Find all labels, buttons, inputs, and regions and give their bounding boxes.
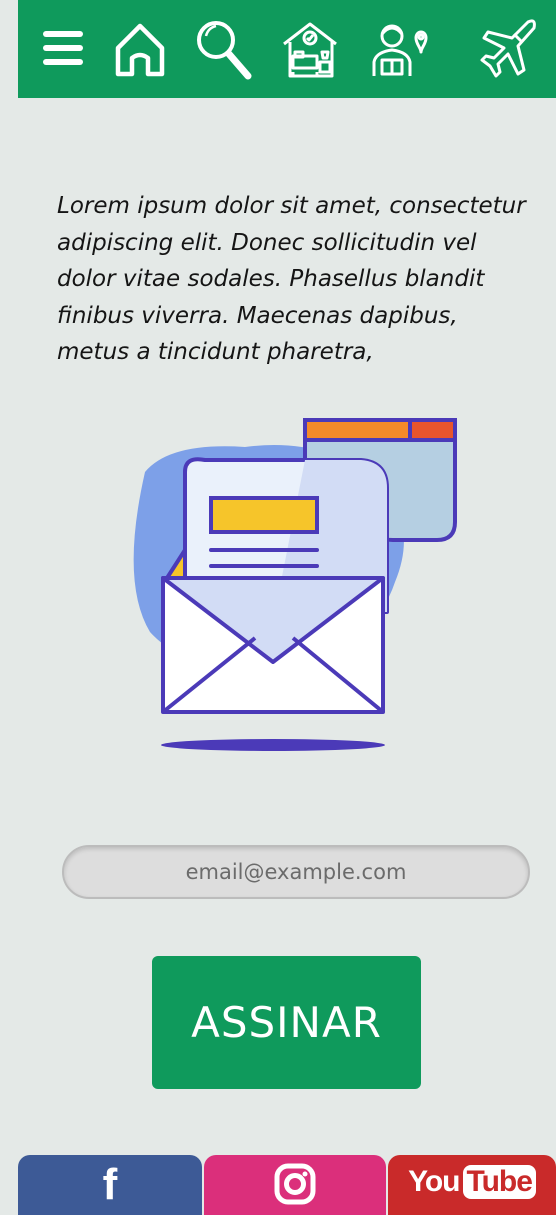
youtube-button[interactable]: You Tube bbox=[388, 1155, 556, 1215]
newsletter-envelope-illustration bbox=[125, 412, 465, 757]
youtube-logo-tube: Tube bbox=[462, 1165, 536, 1199]
instagram-button[interactable] bbox=[204, 1155, 386, 1215]
facebook-button[interactable]: f bbox=[18, 1155, 202, 1215]
facebook-icon: f bbox=[102, 1160, 118, 1209]
subscribe-button[interactable]: ASSINAR bbox=[152, 956, 421, 1089]
youtube-logo-you: You bbox=[408, 1165, 460, 1198]
home-icon[interactable] bbox=[110, 14, 170, 82]
top-navbar bbox=[18, 0, 556, 98]
instagram-icon bbox=[274, 1163, 316, 1209]
intro-text: Lorem ipsum dolor sit amet, consectetur … bbox=[57, 193, 526, 365]
menu-icon[interactable] bbox=[40, 14, 100, 82]
hotel-room-icon[interactable] bbox=[280, 14, 340, 82]
search-icon[interactable] bbox=[192, 14, 252, 82]
youtube-icon: You Tube bbox=[408, 1165, 536, 1199]
airplane-icon[interactable] bbox=[478, 14, 538, 82]
email-input[interactable] bbox=[62, 845, 530, 899]
tour-guide-icon[interactable] bbox=[368, 14, 428, 82]
